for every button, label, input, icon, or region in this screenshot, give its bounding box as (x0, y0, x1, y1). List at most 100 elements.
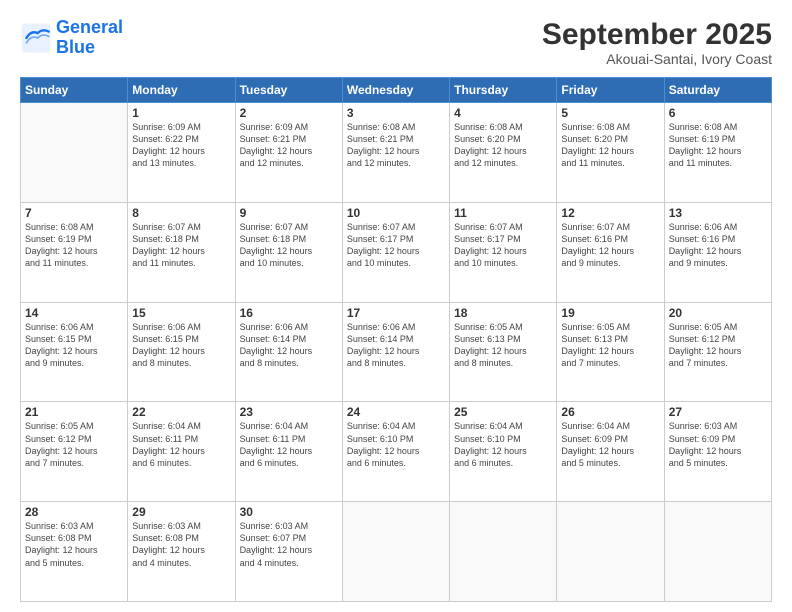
day-number: 25 (454, 405, 552, 419)
day-info: Sunrise: 6:03 AM Sunset: 6:09 PM Dayligh… (669, 420, 767, 469)
calendar-cell: 25Sunrise: 6:04 AM Sunset: 6:10 PM Dayli… (450, 402, 557, 502)
calendar-cell (557, 502, 664, 602)
calendar-cell: 19Sunrise: 6:05 AM Sunset: 6:13 PM Dayli… (557, 302, 664, 402)
calendar-cell: 22Sunrise: 6:04 AM Sunset: 6:11 PM Dayli… (128, 402, 235, 502)
day-number: 18 (454, 306, 552, 320)
weekday-header-tuesday: Tuesday (235, 78, 342, 103)
day-number: 4 (454, 106, 552, 120)
calendar-cell: 18Sunrise: 6:05 AM Sunset: 6:13 PM Dayli… (450, 302, 557, 402)
day-number: 12 (561, 206, 659, 220)
logo-text: General Blue (56, 18, 123, 58)
calendar-cell: 28Sunrise: 6:03 AM Sunset: 6:08 PM Dayli… (21, 502, 128, 602)
calendar-cell (450, 502, 557, 602)
day-info: Sunrise: 6:07 AM Sunset: 6:16 PM Dayligh… (561, 221, 659, 270)
logo-general: General (56, 17, 123, 37)
calendar-cell: 5Sunrise: 6:08 AM Sunset: 6:20 PM Daylig… (557, 103, 664, 203)
weekday-header-saturday: Saturday (664, 78, 771, 103)
day-info: Sunrise: 6:08 AM Sunset: 6:20 PM Dayligh… (561, 121, 659, 170)
day-info: Sunrise: 6:07 AM Sunset: 6:17 PM Dayligh… (347, 221, 445, 270)
day-number: 10 (347, 206, 445, 220)
day-number: 1 (132, 106, 230, 120)
day-number: 7 (25, 206, 123, 220)
day-number: 16 (240, 306, 338, 320)
day-number: 6 (669, 106, 767, 120)
day-info: Sunrise: 6:06 AM Sunset: 6:15 PM Dayligh… (132, 321, 230, 370)
calendar-title: September 2025 (542, 18, 772, 51)
logo-icon (20, 22, 52, 54)
calendar-cell: 23Sunrise: 6:04 AM Sunset: 6:11 PM Dayli… (235, 402, 342, 502)
weekday-header-row: SundayMondayTuesdayWednesdayThursdayFrid… (21, 78, 772, 103)
day-info: Sunrise: 6:07 AM Sunset: 6:17 PM Dayligh… (454, 221, 552, 270)
day-info: Sunrise: 6:05 AM Sunset: 6:12 PM Dayligh… (25, 420, 123, 469)
calendar-cell: 11Sunrise: 6:07 AM Sunset: 6:17 PM Dayli… (450, 202, 557, 302)
calendar-cell: 1Sunrise: 6:09 AM Sunset: 6:22 PM Daylig… (128, 103, 235, 203)
calendar-cell: 10Sunrise: 6:07 AM Sunset: 6:17 PM Dayli… (342, 202, 449, 302)
page: General Blue September 2025 Akouai-Santa… (0, 0, 792, 612)
weekday-header-thursday: Thursday (450, 78, 557, 103)
day-number: 14 (25, 306, 123, 320)
day-number: 8 (132, 206, 230, 220)
day-info: Sunrise: 6:06 AM Sunset: 6:14 PM Dayligh… (240, 321, 338, 370)
day-info: Sunrise: 6:06 AM Sunset: 6:14 PM Dayligh… (347, 321, 445, 370)
calendar-cell: 20Sunrise: 6:05 AM Sunset: 6:12 PM Dayli… (664, 302, 771, 402)
day-number: 15 (132, 306, 230, 320)
calendar-cell: 4Sunrise: 6:08 AM Sunset: 6:20 PM Daylig… (450, 103, 557, 203)
calendar-cell: 14Sunrise: 6:06 AM Sunset: 6:15 PM Dayli… (21, 302, 128, 402)
day-info: Sunrise: 6:03 AM Sunset: 6:07 PM Dayligh… (240, 520, 338, 569)
day-number: 29 (132, 505, 230, 519)
day-number: 23 (240, 405, 338, 419)
day-number: 3 (347, 106, 445, 120)
day-number: 30 (240, 505, 338, 519)
day-number: 5 (561, 106, 659, 120)
logo: General Blue (20, 18, 123, 58)
calendar-cell: 2Sunrise: 6:09 AM Sunset: 6:21 PM Daylig… (235, 103, 342, 203)
week-row-3: 14Sunrise: 6:06 AM Sunset: 6:15 PM Dayli… (21, 302, 772, 402)
calendar-cell: 9Sunrise: 6:07 AM Sunset: 6:18 PM Daylig… (235, 202, 342, 302)
day-info: Sunrise: 6:06 AM Sunset: 6:15 PM Dayligh… (25, 321, 123, 370)
calendar-cell: 21Sunrise: 6:05 AM Sunset: 6:12 PM Dayli… (21, 402, 128, 502)
calendar-cell (21, 103, 128, 203)
day-info: Sunrise: 6:09 AM Sunset: 6:21 PM Dayligh… (240, 121, 338, 170)
calendar-cell: 12Sunrise: 6:07 AM Sunset: 6:16 PM Dayli… (557, 202, 664, 302)
calendar-cell: 16Sunrise: 6:06 AM Sunset: 6:14 PM Dayli… (235, 302, 342, 402)
day-info: Sunrise: 6:04 AM Sunset: 6:11 PM Dayligh… (240, 420, 338, 469)
calendar-cell (664, 502, 771, 602)
day-number: 2 (240, 106, 338, 120)
day-number: 22 (132, 405, 230, 419)
day-info: Sunrise: 6:04 AM Sunset: 6:10 PM Dayligh… (454, 420, 552, 469)
day-number: 20 (669, 306, 767, 320)
day-number: 19 (561, 306, 659, 320)
calendar-cell: 15Sunrise: 6:06 AM Sunset: 6:15 PM Dayli… (128, 302, 235, 402)
day-info: Sunrise: 6:08 AM Sunset: 6:19 PM Dayligh… (25, 221, 123, 270)
day-number: 24 (347, 405, 445, 419)
day-info: Sunrise: 6:07 AM Sunset: 6:18 PM Dayligh… (240, 221, 338, 270)
calendar-cell: 8Sunrise: 6:07 AM Sunset: 6:18 PM Daylig… (128, 202, 235, 302)
day-number: 28 (25, 505, 123, 519)
logo-blue: Blue (56, 38, 123, 58)
calendar-cell (342, 502, 449, 602)
calendar-cell: 29Sunrise: 6:03 AM Sunset: 6:08 PM Dayli… (128, 502, 235, 602)
weekday-header-wednesday: Wednesday (342, 78, 449, 103)
calendar-cell: 27Sunrise: 6:03 AM Sunset: 6:09 PM Dayli… (664, 402, 771, 502)
day-number: 13 (669, 206, 767, 220)
day-info: Sunrise: 6:05 AM Sunset: 6:13 PM Dayligh… (561, 321, 659, 370)
weekday-header-friday: Friday (557, 78, 664, 103)
day-number: 27 (669, 405, 767, 419)
header: General Blue September 2025 Akouai-Santa… (20, 18, 772, 67)
day-info: Sunrise: 6:04 AM Sunset: 6:11 PM Dayligh… (132, 420, 230, 469)
calendar-cell: 24Sunrise: 6:04 AM Sunset: 6:10 PM Dayli… (342, 402, 449, 502)
calendar-cell: 30Sunrise: 6:03 AM Sunset: 6:07 PM Dayli… (235, 502, 342, 602)
weekday-header-sunday: Sunday (21, 78, 128, 103)
day-info: Sunrise: 6:08 AM Sunset: 6:19 PM Dayligh… (669, 121, 767, 170)
title-block: September 2025 Akouai-Santai, Ivory Coas… (542, 18, 772, 67)
calendar-cell: 13Sunrise: 6:06 AM Sunset: 6:16 PM Dayli… (664, 202, 771, 302)
day-info: Sunrise: 6:07 AM Sunset: 6:18 PM Dayligh… (132, 221, 230, 270)
week-row-4: 21Sunrise: 6:05 AM Sunset: 6:12 PM Dayli… (21, 402, 772, 502)
calendar-cell: 26Sunrise: 6:04 AM Sunset: 6:09 PM Dayli… (557, 402, 664, 502)
weekday-header-monday: Monday (128, 78, 235, 103)
day-info: Sunrise: 6:06 AM Sunset: 6:16 PM Dayligh… (669, 221, 767, 270)
calendar-cell: 6Sunrise: 6:08 AM Sunset: 6:19 PM Daylig… (664, 103, 771, 203)
day-number: 9 (240, 206, 338, 220)
calendar-cell: 3Sunrise: 6:08 AM Sunset: 6:21 PM Daylig… (342, 103, 449, 203)
day-number: 11 (454, 206, 552, 220)
